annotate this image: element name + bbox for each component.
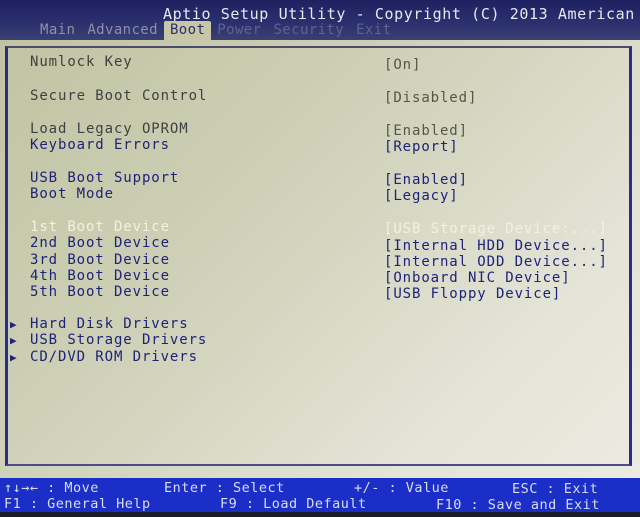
- submenu-label: Hard Disk Drivers: [30, 316, 189, 332]
- submenu-usb-storage-drivers[interactable]: ▶ USB Storage Drivers: [10, 332, 207, 349]
- setting-5th-boot-device-value[interactable]: [USB Floppy Device]: [384, 286, 561, 302]
- setting-keyboard-errors-value[interactable]: [Report]: [384, 139, 459, 155]
- tab-security[interactable]: Security: [267, 21, 350, 40]
- tab-power[interactable]: Power: [211, 21, 267, 40]
- setting-numlock-key-label: Numlock Key: [30, 54, 133, 70]
- key-hint-exit: ESC : Exit: [512, 481, 599, 497]
- setting-5th-boot-device-label[interactable]: 5th Boot Device: [30, 284, 170, 300]
- triangle-right-icon: ▶: [10, 334, 18, 347]
- setting-usb-boot-support-value[interactable]: [Enabled]: [384, 172, 468, 188]
- setting-numlock-key-value: [On]: [384, 57, 422, 73]
- setting-3rd-boot-device-label[interactable]: 3rd Boot Device: [30, 252, 170, 268]
- setting-1st-boot-device-label[interactable]: 1st Boot Device: [30, 219, 170, 235]
- setting-boot-mode-value[interactable]: [Legacy]: [384, 188, 459, 204]
- tab-main[interactable]: Main: [34, 21, 81, 40]
- triangle-right-icon: ▶: [10, 318, 18, 331]
- key-hint-load-default: F9 : Load Default: [220, 496, 367, 512]
- setting-2nd-boot-device-label[interactable]: 2nd Boot Device: [30, 235, 170, 251]
- setting-usb-boot-support-label[interactable]: USB Boot Support: [30, 170, 179, 186]
- setting-load-legacy-oprom-value: [Enabled]: [384, 123, 468, 139]
- key-help-bar: ↑↓→← : Move Enter : Select +/- : Value E…: [0, 478, 640, 513]
- tab-advanced[interactable]: Advanced: [81, 21, 164, 40]
- setting-boot-mode-label[interactable]: Boot Mode: [30, 186, 114, 202]
- setting-4th-boot-device-value[interactable]: [Onboard NIC Device]: [384, 270, 571, 286]
- setting-1st-boot-device-value[interactable]: [USB Storage Device:...]: [384, 221, 608, 237]
- key-hint-general-help: F1 : General Help: [4, 496, 151, 512]
- tab-boot[interactable]: Boot: [163, 21, 212, 40]
- key-hint-value: +/- : Value: [354, 480, 449, 496]
- triangle-right-icon: ▶: [10, 351, 18, 364]
- setting-secure-boot-control-value: [Disabled]: [384, 90, 478, 106]
- setting-keyboard-errors-label[interactable]: Keyboard Errors: [30, 137, 170, 153]
- key-hint-move: ↑↓→← : Move: [4, 480, 99, 496]
- setting-4th-boot-device-label[interactable]: 4th Boot Device: [30, 268, 170, 284]
- setting-load-legacy-oprom-label: Load Legacy OPROM: [30, 121, 189, 137]
- submenu-cd-dvd-rom-drivers[interactable]: ▶ CD/DVD ROM Drivers: [10, 349, 198, 366]
- setting-3rd-boot-device-value[interactable]: [Internal ODD Device...]: [384, 254, 608, 270]
- submenu-label: USB Storage Drivers: [30, 332, 208, 348]
- setting-secure-boot-control-label: Secure Boot Control: [30, 88, 208, 104]
- key-hint-save-and-exit: F10 : Save and Exit: [436, 497, 600, 513]
- setting-2nd-boot-device-value[interactable]: [Internal HDD Device...]: [384, 238, 608, 254]
- screen-bottom-edge: [0, 512, 640, 517]
- header-bar: Aptio Setup Utility - Copyright (C) 2013…: [0, 0, 640, 40]
- submenu-hard-disk-drivers[interactable]: ▶ Hard Disk Drivers: [10, 316, 189, 333]
- settings-panel: Numlock Key [On] Secure Boot Control [Di…: [0, 40, 640, 478]
- tab-exit[interactable]: Exit: [350, 21, 397, 40]
- tab-bar: Main Advanced Boot Power Security Exit: [34, 21, 397, 40]
- key-hint-select: Enter : Select: [164, 480, 285, 496]
- submenu-label: CD/DVD ROM Drivers: [30, 349, 198, 365]
